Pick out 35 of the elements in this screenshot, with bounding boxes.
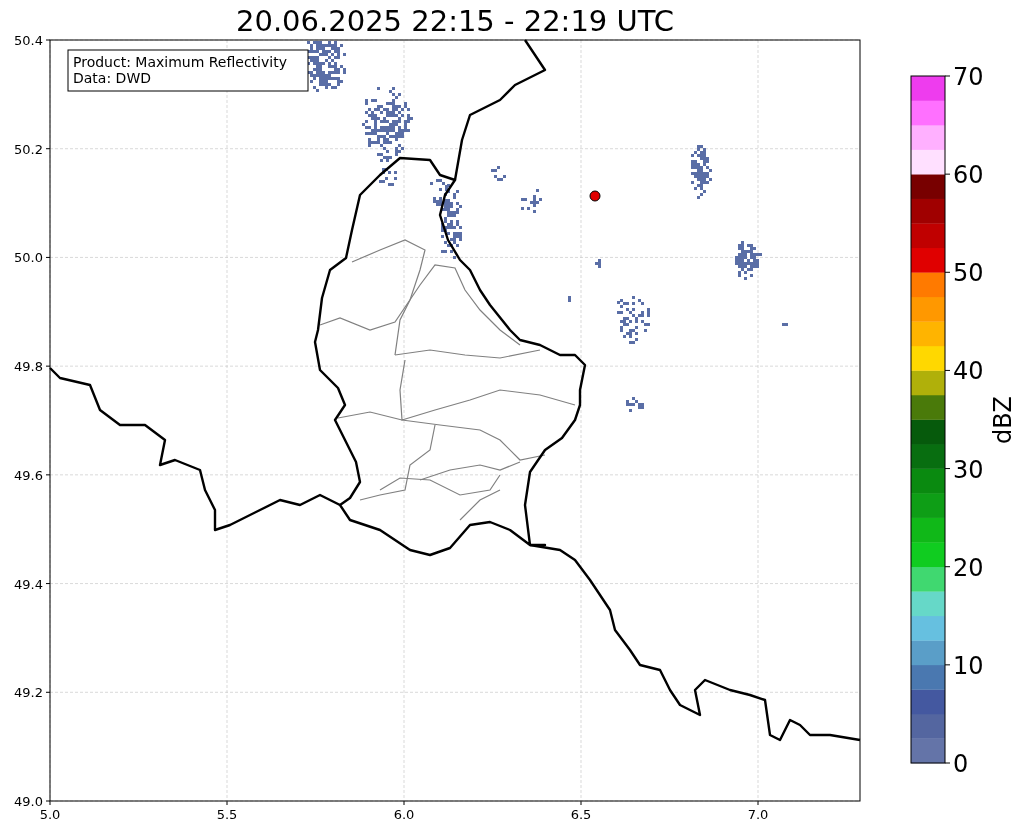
y-tick-label: 49.6 — [14, 467, 43, 483]
info-text: Product: Maximum Reflectivity — [73, 54, 287, 70]
radar-echo — [491, 166, 506, 181]
x-tick-label: 6.0 — [393, 807, 415, 822]
colorbar-tick-label: 30 — [953, 455, 984, 484]
radar-echo — [782, 323, 788, 326]
y-tick-label: 50.4 — [14, 33, 43, 48]
radar-echo — [691, 145, 712, 199]
location-marker — [589, 190, 601, 202]
y-tick-label: 49.8 — [14, 359, 43, 375]
info-text: Data: DWD — [73, 70, 151, 86]
colorbar-tick-label: 70 — [953, 63, 984, 91]
y-tick-label: 49.4 — [14, 576, 43, 592]
x-tick-label: 5.0 — [39, 807, 61, 822]
colorbar-tick-label: 60 — [953, 161, 984, 190]
colorbar-tick-label: 0 — [953, 750, 969, 778]
radar-echo — [379, 168, 397, 186]
radar-echo — [568, 296, 571, 302]
x-tick-label: 6.5 — [570, 807, 592, 822]
y-tick-label: 49.2 — [14, 685, 43, 701]
y-tick-label: 49.0 — [14, 794, 43, 809]
chart-title: 20.06.2025 22:15 - 22:19 UTC — [236, 4, 674, 38]
y-tick-label: 50.2 — [14, 141, 43, 157]
colorbar-tick-label: 20 — [953, 553, 984, 582]
x-tick-label: 7.0 — [747, 807, 769, 822]
colorbar-tick-label: 10 — [953, 651, 984, 680]
x-tick-label: 5.5 — [216, 807, 238, 822]
radar-echo — [626, 397, 644, 412]
colorbar-tick-label: 50 — [953, 259, 984, 288]
colorbar-tick-label: 40 — [953, 357, 984, 386]
radar-echo — [735, 241, 762, 280]
colorbar-label: dBZ — [989, 395, 1017, 445]
y-tick-label: 50.0 — [14, 250, 43, 266]
radar-echo — [521, 189, 542, 213]
radar-echo — [595, 259, 601, 268]
